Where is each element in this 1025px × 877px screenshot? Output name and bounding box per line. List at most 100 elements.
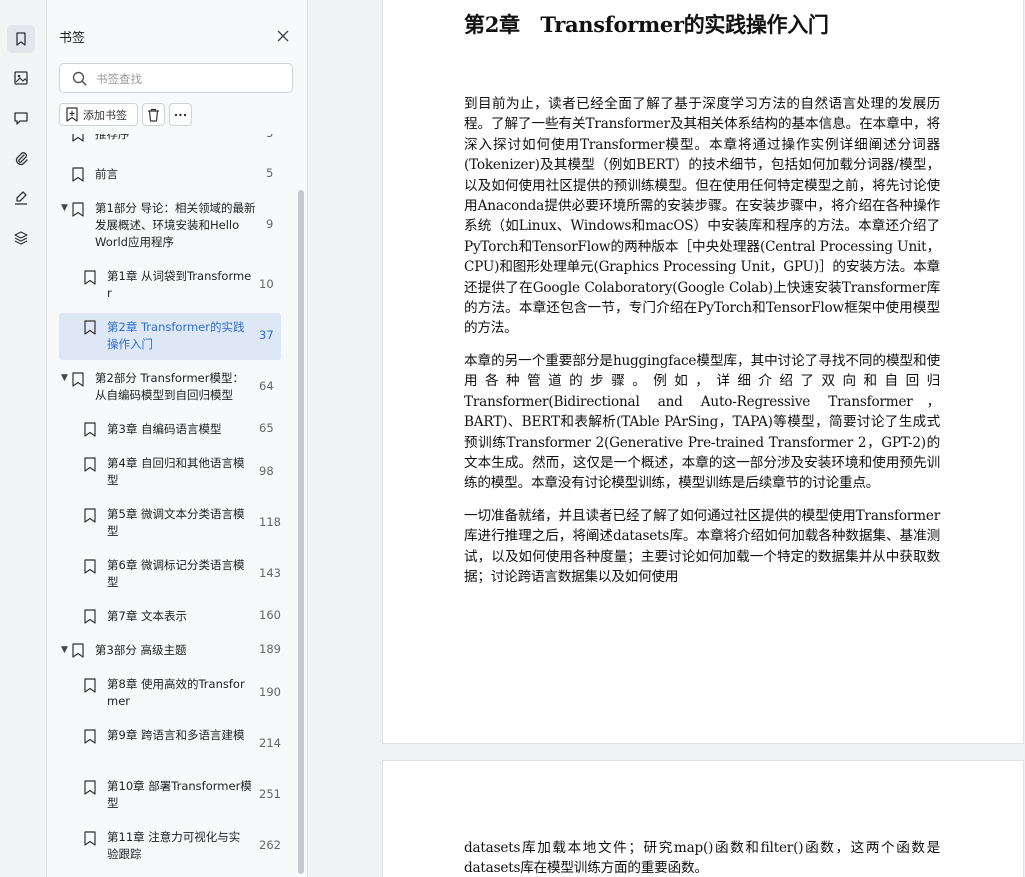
bookmark-label: 前言	[95, 167, 118, 181]
bookmark-page: 98	[259, 464, 274, 478]
bookmark-item[interactable]: 第6章 微调标记分类语言模型 143	[47, 557, 295, 591]
paragraph: 本章的另一个重要部分是huggingface模型库，其中讨论了寻找不同的模型和使…	[464, 352, 940, 492]
left-toolbar	[0, 0, 47, 877]
bookmark-icon	[84, 831, 96, 846]
bookmark-label: 第2章 Transformer的实践操作入门	[107, 320, 245, 351]
comment-icon	[14, 112, 28, 125]
bookmark-item[interactable]: ▼ 第3部分 高级主题 189	[47, 642, 295, 659]
bookmark-label: 推荐序	[95, 134, 130, 141]
bookmark-item[interactable]: 第11章 注意力可视化与实验跟踪 262	[47, 829, 295, 863]
signature-icon	[15, 191, 27, 205]
delete-bookmark-button[interactable]	[142, 103, 165, 126]
image-icon	[14, 71, 28, 85]
bookmark-page: 64	[259, 379, 274, 393]
bookmark-item-selected[interactable]: 第2章 Transformer的实践操作入门 37	[47, 310, 295, 360]
paragraph: 到目前为止，读者已经全面了解了基于深度学习方法的自然语言处理的发展历程。了解了一…	[464, 96, 940, 337]
bookmark-icon	[84, 508, 96, 523]
add-bookmark-label: 添加书签	[83, 108, 127, 122]
bookmark-scrollbar[interactable]	[298, 190, 304, 874]
bookmark-item[interactable]: 第1章 从词袋到Transformer 10	[47, 268, 295, 302]
close-icon	[277, 30, 289, 42]
chapter-title: 第2章 Transformer的实践操作入门	[464, 12, 829, 37]
bookmark-item[interactable]: 推荐序 3	[47, 134, 295, 143]
bookmark-label: 第1部分 导论：相关领域的最新发展概述、环境安装和Hello World应用程序	[95, 201, 256, 249]
panel-title: 书签	[59, 31, 86, 46]
comment-panel-button[interactable]	[7, 104, 35, 132]
bookmark-page: 5	[266, 166, 274, 180]
bookmark-page: 37	[259, 328, 274, 342]
bookmark-label: 第3部分 高级主题	[95, 643, 187, 657]
bookmark-icon	[72, 372, 84, 387]
bookmark-page: 9	[266, 217, 274, 231]
signature-panel-button[interactable]	[7, 184, 35, 212]
bookmark-label: 第9章 跨语言和多语言建模	[107, 728, 245, 742]
bookmark-icon	[84, 729, 96, 744]
bookmark-item[interactable]: 第7章 文本表示 160	[47, 608, 295, 625]
page-body: datasets库加载本地文件；研究map()函数和filter()函数，这两个…	[464, 838, 940, 877]
expand-caret-icon[interactable]: ▼	[61, 203, 68, 213]
paragraph: 一切准备就绪，并且读者已经了解了如何通过社区提供的模型使用Transformer…	[464, 507, 940, 585]
add-bookmark-button[interactable]: 添加书签	[59, 103, 138, 126]
layers-icon	[14, 231, 28, 245]
bookmark-item[interactable]: 第10章 部署Transformer模型 251	[47, 778, 295, 812]
bookmark-list: 推荐序 3 前言 5 ▼ 第1部分 导论：相关领域的最新发展概述、环境安装和He…	[47, 134, 295, 877]
bookmark-item[interactable]: 第8章 使用高效的Transformer 190	[47, 676, 295, 710]
bookmark-icon	[84, 270, 96, 285]
bookmark-page: 3	[266, 134, 273, 140]
bookmark-icon	[84, 457, 96, 472]
trash-icon	[148, 108, 159, 122]
bookmark-icon	[72, 134, 84, 142]
bookmark-page: 190	[259, 685, 281, 699]
bookmark-search-input[interactable]	[96, 70, 286, 88]
bookmark-icon	[84, 559, 96, 574]
bookmark-icon	[84, 609, 96, 624]
bookmark-label: 第10章 部署Transformer模型	[107, 779, 252, 810]
bookmark-label: 第5章 微调文本分类语言模型	[107, 507, 245, 538]
bookmark-icon	[72, 167, 84, 182]
bookmark-search[interactable]	[59, 63, 293, 93]
page-body: 到目前为止，读者已经全面了解了基于深度学习方法的自然语言处理的发展历程。了解了一…	[464, 94, 940, 599]
bookmark-page: 118	[259, 515, 281, 529]
bookmark-label: 第4章 自回归和其他语言模型	[107, 456, 245, 487]
layers-panel-button[interactable]	[7, 224, 35, 252]
bookmark-panel-button[interactable]	[7, 25, 35, 53]
attachment-panel-button[interactable]	[7, 144, 35, 172]
bookmark-label: 第8章 使用高效的Transformer	[107, 677, 245, 708]
bookmark-page: 10	[259, 277, 274, 291]
close-panel-button[interactable]	[273, 26, 293, 46]
document-page: datasets库加载本地文件；研究map()函数和filter()函数，这两个…	[382, 760, 1024, 877]
bookmark-item[interactable]: 第9章 跨语言和多语言建模 214	[47, 727, 295, 761]
bookmark-item[interactable]: 第3章 自编码语言模型 65	[47, 421, 295, 438]
document-page: 第2章 Transformer的实践操作入门 到目前为止，读者已经全面了解了基于…	[382, 0, 1024, 744]
more-icon	[174, 113, 187, 116]
bookmark-page: 214	[259, 736, 281, 750]
bookmark-label: 第3章 自编码语言模型	[107, 422, 222, 436]
bookmark-item[interactable]: 前言 5	[47, 166, 295, 183]
bookmark-item[interactable]: 第4章 自回归和其他语言模型 98	[47, 455, 295, 489]
bookmark-icon	[84, 320, 96, 335]
attachment-icon	[15, 152, 28, 166]
bookmark-icon	[84, 678, 96, 693]
bookmark-icon	[84, 422, 96, 437]
bookmark-icon	[84, 780, 96, 795]
bookmark-page: 251	[259, 787, 281, 801]
bookmark-icon	[16, 32, 26, 46]
bookmark-icon	[72, 202, 84, 217]
document-viewer[interactable]: 第2章 Transformer的实践操作入门 到目前为止，读者已经全面了解了基于…	[308, 0, 1025, 877]
bookmark-icon	[72, 643, 84, 658]
paragraph: datasets库加载本地文件；研究map()函数和filter()函数，这两个…	[464, 840, 940, 877]
bookmark-page: 262	[259, 838, 281, 852]
thumbnail-panel-button[interactable]	[7, 64, 35, 92]
bookmark-label: 第1章 从词袋到Transformer	[107, 269, 252, 300]
search-icon	[72, 71, 87, 86]
bookmark-item[interactable]: ▼ 第1部分 导论：相关领域的最新发展概述、环境安装和Hello World应用…	[47, 200, 295, 251]
bookmark-page: 189	[259, 642, 281, 656]
bookmark-item[interactable]: 第5章 微调文本分类语言模型 118	[47, 506, 295, 540]
bookmark-page: 65	[259, 421, 274, 435]
bookmark-page: 160	[259, 608, 281, 622]
bookmark-item[interactable]: ▼ 第2部分 Transformer模型：从自编码模型到自回归模型 64	[47, 370, 295, 404]
more-options-button[interactable]	[169, 103, 192, 126]
bookmark-label: 第7章 文本表示	[107, 609, 187, 623]
expand-caret-icon[interactable]: ▼	[61, 373, 68, 383]
expand-caret-icon[interactable]: ▼	[61, 645, 68, 655]
